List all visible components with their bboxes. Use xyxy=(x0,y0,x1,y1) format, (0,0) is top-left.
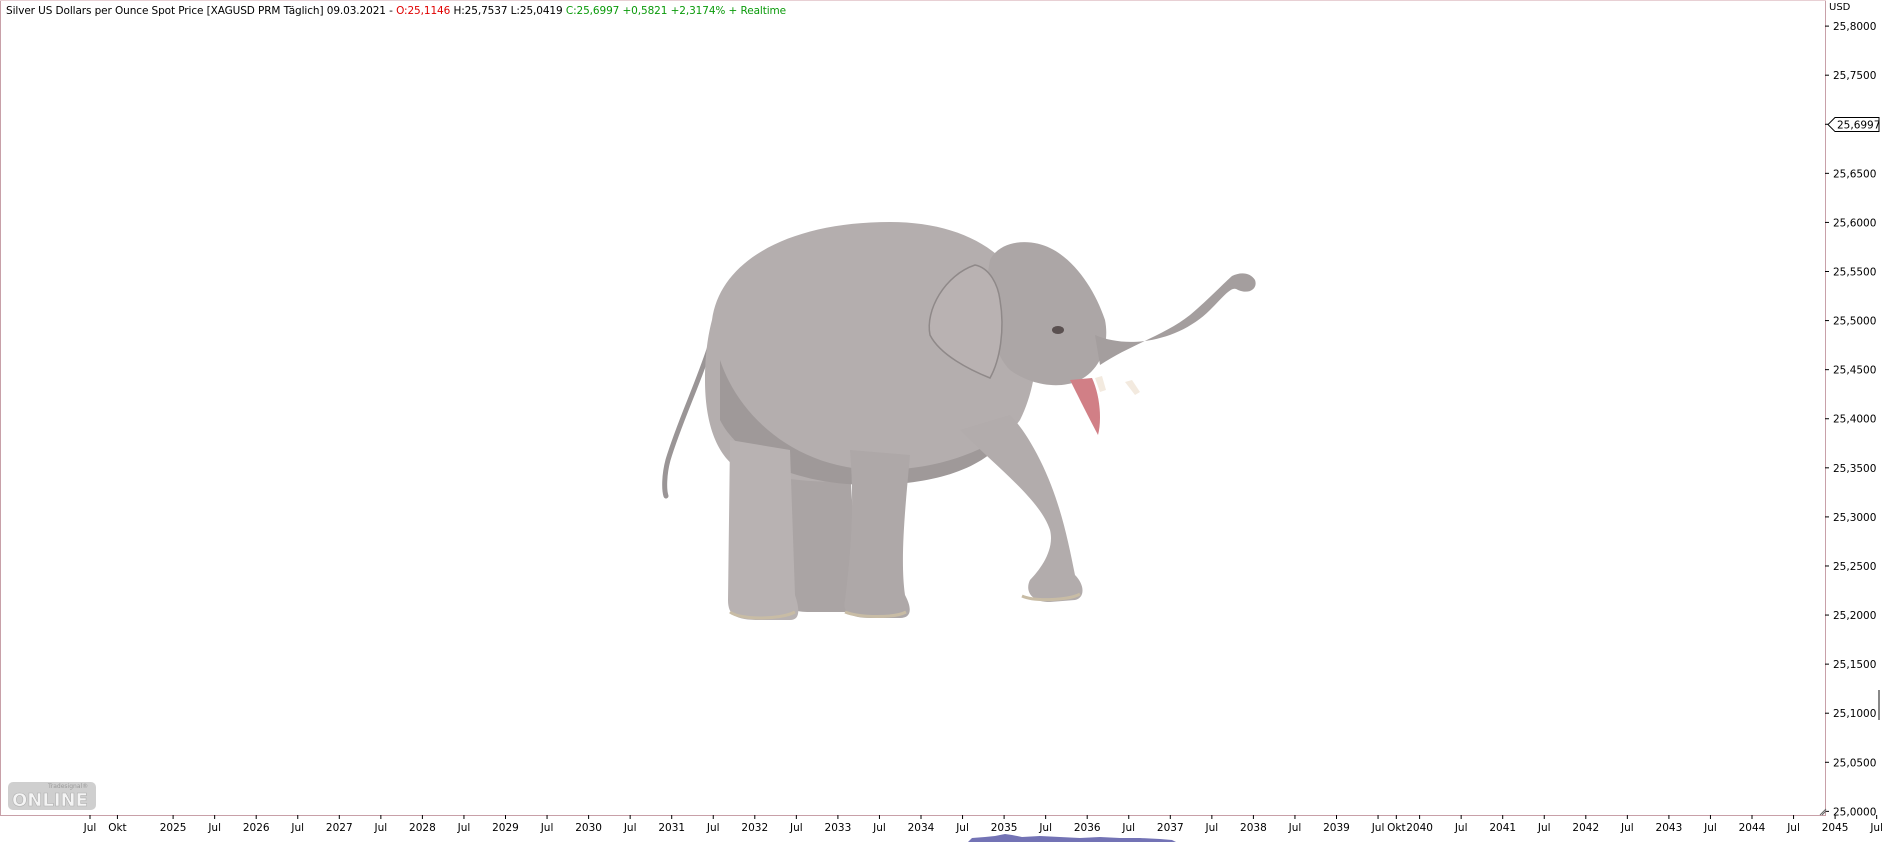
x-tick-label: Jul xyxy=(789,822,803,834)
y-tick-label: 25,0500 xyxy=(1833,757,1876,769)
x-axis: Jul Okt 2025 Jul 2026 Jul 2027 Jul 2028 Jul 2029 Ju… xyxy=(83,815,1882,834)
header-dash: - xyxy=(389,5,393,17)
logo-big-text: ONLINE xyxy=(12,790,88,811)
x-tick-label: 2040 xyxy=(1406,822,1433,834)
x-tick-label: 2030 xyxy=(575,822,602,834)
x-tick-label: 2036 xyxy=(1074,822,1101,834)
logo-small-text: Tradesignal® xyxy=(47,783,88,790)
y-tick-label: 25,3500 xyxy=(1833,463,1876,475)
y-tick-label: 25,3000 xyxy=(1833,512,1876,524)
x-tick-label: 2027 xyxy=(326,822,353,834)
x-tick-label: Jul xyxy=(207,822,221,834)
low-value: L:25,0419 xyxy=(510,5,563,17)
x-tick-label: Okt xyxy=(1387,822,1405,834)
x-tick-label: Jul xyxy=(1038,822,1052,834)
y-tick-label: 25,2000 xyxy=(1833,610,1876,622)
x-tick-label: 2037 xyxy=(1157,822,1184,834)
x-tick-label: Okt xyxy=(108,822,126,834)
x-tick-label: Jul xyxy=(374,822,388,834)
x-tick-label: Jul xyxy=(1537,822,1551,834)
x-tick-label: Jul xyxy=(540,822,554,834)
x-tick-label: 2039 xyxy=(1323,822,1350,834)
x-tick-label: 2028 xyxy=(409,822,436,834)
x-tick-label: Jul xyxy=(457,822,471,834)
x-tick-label: 2035 xyxy=(991,822,1018,834)
x-tick-label: Jul xyxy=(290,822,304,834)
currency-label: USD xyxy=(1829,2,1851,13)
x-tick-label: 2025 xyxy=(160,822,187,834)
header-date: 09.03.2021 xyxy=(326,5,386,17)
x-tick-label: 2026 xyxy=(243,822,270,834)
x-tick-label: Jul xyxy=(83,822,97,834)
y-tick-label: 25,4000 xyxy=(1833,414,1876,426)
elephant-illustration xyxy=(662,222,1256,620)
x-tick-label: Jul xyxy=(1869,822,1882,834)
y-tick-label: 25,5000 xyxy=(1833,316,1876,328)
realtime-label: + Realtime xyxy=(728,5,787,17)
change-percent: +2,3174% xyxy=(670,5,726,17)
tradesignal-logo: Tradesignal® ONLINE xyxy=(8,778,100,812)
y-tick-label: 25,0000 xyxy=(1833,806,1876,818)
y-tick-label: 25,1500 xyxy=(1833,659,1876,671)
y-tick-label: 25,5500 xyxy=(1833,267,1876,279)
x-tick-label: Jul xyxy=(1703,822,1717,834)
x-tick-label: Jul xyxy=(1786,822,1800,834)
x-tick-label: 2034 xyxy=(908,822,935,834)
y-tick-label: 25,4500 xyxy=(1833,365,1876,377)
open-value: O:25,1146 xyxy=(396,5,451,17)
last-price-marker: 25,6997 xyxy=(1827,117,1880,133)
y-tick-label: 25,2500 xyxy=(1833,561,1876,573)
chart-svg[interactable]: 25,800025,750025,700025,650025,600025,55… xyxy=(0,0,1882,842)
x-tick-label: 2043 xyxy=(1656,822,1683,834)
instrument-title: Silver US Dollars per Ounce Spot Price [… xyxy=(6,5,324,17)
y-tick-label: 25,1000 xyxy=(1833,708,1876,720)
scroll-indicator[interactable] xyxy=(1878,690,1880,720)
y-tick-label: 25,6000 xyxy=(1833,217,1876,229)
y-axis: 25,800025,750025,700025,650025,600025,55… xyxy=(1825,21,1876,818)
last-price-label: 25,6997 xyxy=(1837,120,1880,132)
volume-area xyxy=(968,834,1176,842)
y-tick-label: 25,7500 xyxy=(1833,70,1876,82)
high-value: H:25,7537 xyxy=(453,5,508,17)
chart-frame: 25,800025,750025,700025,650025,600025,55… xyxy=(0,0,1882,842)
logo-graphic: Tradesignal® ONLINE xyxy=(8,782,96,811)
x-tick-label: 2045 xyxy=(1822,822,1849,834)
x-tick-label: Jul xyxy=(1205,822,1219,834)
x-tick-label: Jul xyxy=(1121,822,1135,834)
x-tick-label: 2033 xyxy=(825,822,852,834)
y-tick-label: 25,6500 xyxy=(1833,168,1876,180)
x-tick-label: Jul xyxy=(1371,822,1385,834)
change-value: +0,5821 xyxy=(622,5,668,17)
x-tick-label: 2042 xyxy=(1572,822,1599,834)
x-tick-label: 2032 xyxy=(741,822,768,834)
x-tick-label: 2044 xyxy=(1739,822,1766,834)
x-tick-label: Jul xyxy=(955,822,969,834)
close-value: C:25,6997 xyxy=(565,5,620,17)
x-tick-label: 2031 xyxy=(658,822,685,834)
x-tick-label: Jul xyxy=(623,822,637,834)
x-tick-label: Jul xyxy=(872,822,886,834)
x-tick-label: 2041 xyxy=(1489,822,1516,834)
x-tick-label: Jul xyxy=(1620,822,1634,834)
y-tick-label: 25,8000 xyxy=(1833,21,1876,33)
x-tick-label: Jul xyxy=(1288,822,1302,834)
x-tick-label: 2038 xyxy=(1240,822,1267,834)
x-tick-label: Jul xyxy=(706,822,720,834)
chart-header: Silver US Dollars per Ounce Spot Price [… xyxy=(6,5,786,19)
x-tick-label: Jul xyxy=(1454,822,1468,834)
x-tick-label: 2029 xyxy=(492,822,519,834)
